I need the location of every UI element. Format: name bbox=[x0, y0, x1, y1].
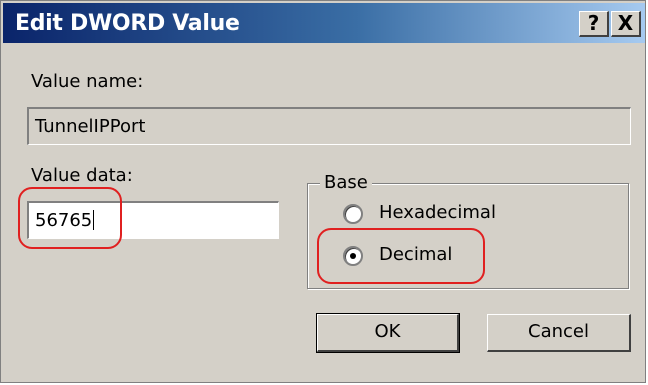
base-groupbox: Base bbox=[307, 172, 629, 289]
value-data-text: 56765 bbox=[35, 210, 93, 231]
cancel-button[interactable]: Cancel bbox=[487, 314, 631, 352]
radio-hexadecimal[interactable] bbox=[343, 204, 363, 224]
window-title: Edit DWORD Value bbox=[15, 11, 240, 36]
radio-selected-dot bbox=[350, 253, 356, 259]
text-caret bbox=[93, 210, 95, 230]
title-bar[interactable]: Edit DWORD Value ? X bbox=[3, 3, 645, 43]
hexadecimal-label[interactable]: Hexadecimal bbox=[379, 202, 496, 223]
value-data-input[interactable]: 56765 bbox=[27, 201, 279, 239]
decimal-label[interactable]: Decimal bbox=[379, 244, 452, 265]
value-name-field: TunnelIPPort bbox=[27, 107, 631, 145]
value-name-label: Value name: bbox=[31, 71, 143, 92]
value-name-text: TunnelIPPort bbox=[35, 116, 146, 137]
edit-dword-dialog: Edit DWORD Value ? X Value name: TunnelI… bbox=[0, 0, 646, 383]
close-icon[interactable]: X bbox=[611, 11, 641, 37]
value-data-label: Value data: bbox=[31, 165, 133, 186]
radio-decimal[interactable] bbox=[343, 246, 363, 266]
help-icon[interactable]: ? bbox=[579, 11, 609, 37]
base-legend: Base bbox=[320, 172, 372, 193]
value-name-label-text: Value name: bbox=[31, 71, 144, 92]
ok-button[interactable]: OK bbox=[316, 313, 460, 353]
